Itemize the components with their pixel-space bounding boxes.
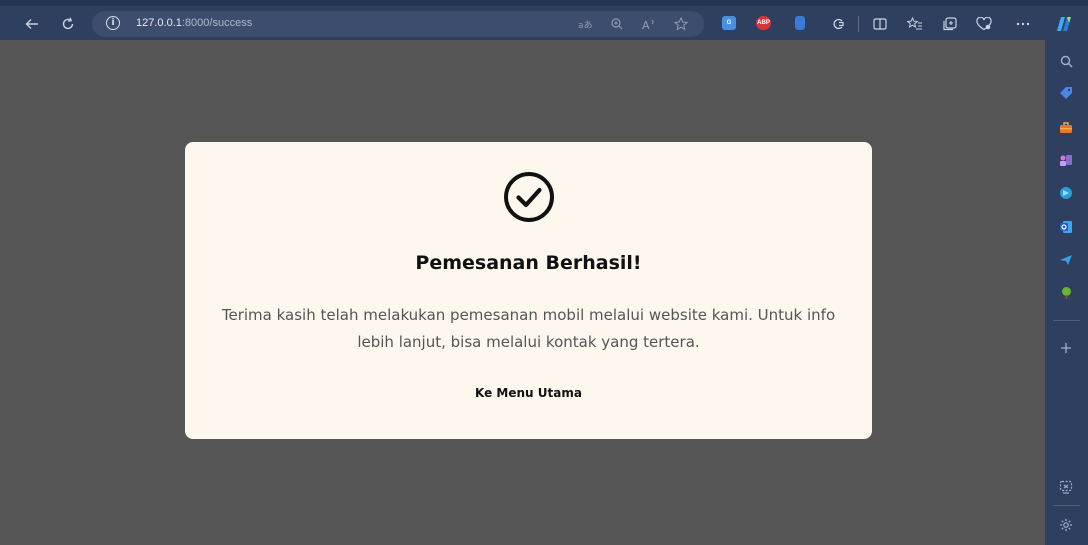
info-icon[interactable]: i <box>106 16 120 30</box>
zoom-icon[interactable] <box>608 15 626 33</box>
main-menu-link[interactable]: Ke Menu Utama <box>468 382 589 404</box>
svg-text:A: A <box>642 19 650 30</box>
refresh-icon[interactable] <box>56 12 80 36</box>
edge-sidebar <box>1045 40 1088 545</box>
collections-icon[interactable] <box>938 12 962 36</box>
games-icon[interactable] <box>1057 151 1075 169</box>
outlook-icon[interactable] <box>1057 218 1075 236</box>
search-icon[interactable] <box>1057 52 1075 70</box>
svg-text:aあ: aあ <box>578 20 592 29</box>
sidebar-divider <box>1053 320 1080 321</box>
translate-extension-icon[interactable]: G <box>722 16 736 30</box>
briefcase-icon[interactable] <box>1057 118 1075 136</box>
back-icon[interactable] <box>20 12 44 36</box>
more-icon[interactable] <box>1011 12 1035 36</box>
tag-icon[interactable] <box>1057 84 1075 102</box>
copilot-sidebar-icon[interactable] <box>1057 184 1075 202</box>
sidebar-divider-bottom <box>1053 505 1080 506</box>
add-icon[interactable] <box>1057 339 1075 357</box>
page-viewport: Pemesanan Berhasil! Terima kasih telah m… <box>0 40 1045 545</box>
url-text[interactable]: 127.0.0.1:8000/success <box>136 17 252 29</box>
settings-icon[interactable] <box>1057 516 1075 534</box>
toolbar-divider <box>858 16 859 32</box>
favorites-icon[interactable] <box>903 12 927 36</box>
translate-icon[interactable]: aあ <box>576 15 594 33</box>
send-icon[interactable] <box>1057 251 1075 269</box>
screenshot-icon[interactable] <box>1057 478 1075 496</box>
tree-icon[interactable] <box>1057 284 1075 302</box>
browser-toolbar: i 127.0.0.1:8000/success aあ A G ABP <box>0 0 1088 40</box>
favorite-star-icon[interactable] <box>672 15 690 33</box>
browser-window: i 127.0.0.1:8000/success aあ A G ABP Peme… <box>0 0 1088 545</box>
adblock-plus-icon[interactable]: ABP <box>756 16 771 30</box>
success-card: Pemesanan Berhasil! Terima kasih telah m… <box>185 142 872 439</box>
copilot-icon[interactable] <box>1052 12 1076 36</box>
check-circle-icon <box>504 172 554 222</box>
url-path: :8000/success <box>181 17 253 29</box>
address-bar[interactable]: i 127.0.0.1:8000/success aあ A <box>92 11 704 37</box>
url-host: 127.0.0.1 <box>136 17 182 29</box>
page-title: Pemesanan Berhasil! <box>415 252 642 274</box>
read-aloud-icon[interactable]: A <box>640 15 658 33</box>
success-message: Terima kasih telah melakukan pemesanan m… <box>221 306 836 351</box>
performance-icon[interactable] <box>972 12 996 36</box>
docs-extension-icon[interactable] <box>795 16 805 30</box>
puzzle-icon[interactable] <box>826 12 850 36</box>
split-screen-icon[interactable] <box>868 12 892 36</box>
